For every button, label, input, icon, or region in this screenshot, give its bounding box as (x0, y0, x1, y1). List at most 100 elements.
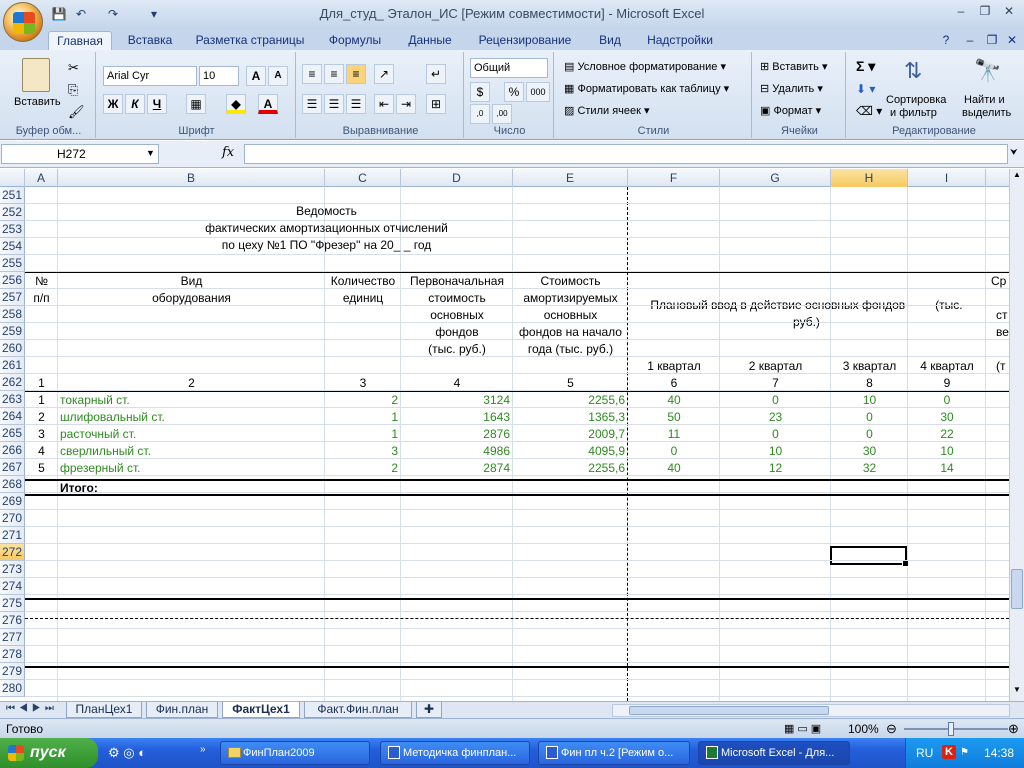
cell-name-row-4[interactable]: сверлильный ст. (60, 443, 323, 460)
sheet-nav-icons[interactable]: ⏮◀▶⏭ (6, 703, 58, 714)
minimize-button[interactable]: – (950, 4, 972, 20)
cell-q2-row-2[interactable]: 23 (720, 409, 831, 426)
office-button[interactable] (3, 2, 43, 42)
row-header-253[interactable]: 253 (0, 221, 25, 238)
increase-indent-icon[interactable]: ⇥ (396, 94, 416, 114)
row-header-271[interactable]: 271 (0, 527, 25, 544)
tab-data[interactable]: Данные (400, 31, 460, 50)
orientation-icon[interactable]: ↗ (374, 64, 394, 84)
ribbon-close-icon[interactable]: ✕ (1004, 31, 1020, 50)
expand-formula-bar-icon[interactable]: ⮟ (1010, 147, 1018, 158)
fill-icon[interactable]: ⬇ ▾ (856, 82, 875, 96)
percent-button[interactable]: % (504, 82, 524, 102)
find-icon[interactable]: 🔭 (974, 58, 1001, 84)
cell-n-row-4[interactable]: 4 (25, 443, 58, 460)
row-header-252[interactable]: 252 (0, 204, 25, 221)
align-middle-icon[interactable]: ≡ (324, 64, 344, 84)
cell-qty-row-2[interactable]: 1 (325, 409, 398, 426)
cell-cost-row-3[interactable]: 2009,7 (513, 426, 625, 443)
cell-qty-row-1[interactable]: 2 (325, 392, 398, 409)
row-header-273[interactable]: 273 (0, 561, 25, 578)
cell-cost-row-2[interactable]: 1365,3 (513, 409, 625, 426)
column-header-a[interactable]: A (25, 169, 58, 187)
sort-filter-button[interactable]: Сортировка (886, 94, 946, 106)
row-header-275[interactable]: 275 (0, 595, 25, 612)
view-buttons-icon[interactable]: ▦▭▣ (784, 722, 844, 736)
format-painter-icon[interactable]: 🖌 (68, 104, 85, 120)
language-indicator[interactable]: RU (916, 738, 933, 768)
tab-addins[interactable]: Надстройки (640, 31, 720, 50)
cell-n-row-2[interactable]: 2 (25, 409, 58, 426)
name-box-dropdown-icon[interactable]: ▼ (146, 148, 155, 158)
shrink-font-icon[interactable]: A (268, 66, 288, 86)
row-header-255[interactable]: 255 (0, 255, 25, 272)
tab-review[interactable]: Рецензирование (470, 31, 580, 50)
row-header-272[interactable]: 272 (0, 544, 25, 561)
align-bottom-icon[interactable]: ≡ (346, 64, 366, 84)
insert-sheet-icon[interactable]: ✚ (416, 702, 442, 718)
cell-n-row-5[interactable]: 5 (25, 460, 58, 477)
cell-styles-button[interactable]: ▨ Стили ячеек ▾ (564, 104, 650, 117)
wrap-text-icon[interactable]: ↵ (426, 64, 446, 84)
autosum-icon[interactable]: Σ ▾ (856, 58, 875, 75)
cell-cost-row-5[interactable]: 2255,6 (513, 460, 625, 477)
row-header-254[interactable]: 254 (0, 238, 25, 255)
cell-qty-row-5[interactable]: 2 (325, 460, 398, 477)
help-icon[interactable]: ? (938, 31, 954, 50)
tab-home[interactable]: Главная (48, 31, 112, 50)
zoom-slider[interactable] (904, 728, 1008, 730)
task-finplan[interactable]: ФинПлан2009 (220, 741, 370, 765)
cell-q3-row-4[interactable]: 30 (831, 443, 908, 460)
task-finpl[interactable]: Фин пл ч.2 [Режим о... (538, 741, 690, 765)
format-as-table-button[interactable]: ▦ Форматировать как таблицу ▾ (564, 82, 729, 95)
sheet-tab-fakt[interactable]: ФактЦех1 (222, 702, 300, 718)
cell-q3-row-2[interactable]: 0 (831, 409, 908, 426)
row-header-267[interactable]: 267 (0, 459, 25, 476)
grow-font-icon[interactable]: A (246, 66, 266, 86)
sheet-tab-faktfin[interactable]: Факт.Фин.план (304, 702, 412, 718)
sheet-title-3[interactable]: по цеху №1 ПО "Фрезер" на 20_ _ год (25, 237, 628, 254)
horizontal-scroll-thumb[interactable] (629, 706, 829, 715)
bold-button[interactable]: Ж (103, 94, 123, 114)
cell-q4-row-5[interactable]: 14 (908, 460, 986, 477)
cell-q4-row-3[interactable]: 22 (908, 426, 986, 443)
name-box[interactable]: H272 (1, 144, 159, 164)
cell-q3-row-3[interactable]: 0 (831, 426, 908, 443)
cell-q4-row-4[interactable]: 10 (908, 443, 986, 460)
row-header-270[interactable]: 270 (0, 510, 25, 527)
cell-qty-row-4[interactable]: 3 (325, 443, 398, 460)
selected-cell-h272[interactable] (830, 546, 909, 567)
vertical-scroll-thumb[interactable] (1011, 569, 1023, 609)
cell-name-row-1[interactable]: токарный ст. (60, 392, 323, 409)
close-button[interactable]: ✕ (998, 4, 1020, 20)
sheet-title-2[interactable]: фактических амортизационных отчислений (25, 220, 628, 237)
tab-formulas[interactable]: Формулы (322, 31, 388, 50)
ribbon-min-icon[interactable]: – (962, 31, 978, 50)
tab-view[interactable]: Вид (590, 31, 630, 50)
clear-icon[interactable]: ⌫ ▾ (856, 104, 882, 118)
cell-name-row-3[interactable]: расточный ст. (60, 426, 323, 443)
align-top-icon[interactable]: ≡ (302, 64, 322, 84)
cell-q2-row-3[interactable]: 0 (720, 426, 831, 443)
paste-button[interactable]: Вставить (14, 96, 61, 108)
row-header-278[interactable]: 278 (0, 646, 25, 663)
row-header-266[interactable]: 266 (0, 442, 25, 459)
sheet-tab-finplan[interactable]: Фин.план (146, 702, 218, 718)
row-header-260[interactable]: 260 (0, 340, 25, 357)
decrease-decimal-icon[interactable]: ,00 (492, 104, 512, 124)
align-right-icon[interactable]: ☰ (346, 94, 366, 114)
italic-button[interactable]: К (125, 94, 145, 114)
quicklaunch-icons[interactable]: ⚙ ◎ ◐ (108, 745, 146, 761)
tab-insert[interactable]: Вставка (120, 31, 180, 50)
column-header-b[interactable]: B (58, 169, 325, 187)
scroll-down-icon[interactable]: ▼ (1011, 685, 1023, 699)
column-header-c[interactable]: C (325, 169, 401, 187)
cell-init-row-4[interactable]: 4986 (401, 443, 510, 460)
copy-icon[interactable]: ⎘ (68, 82, 78, 98)
sheet-tab-plan[interactable]: ПланЦех1 (66, 702, 142, 718)
zoom-in-icon[interactable]: ⊕ (1008, 721, 1019, 737)
task-excel[interactable]: Microsoft Excel - Для... (698, 741, 850, 765)
quicklaunch-more-icon[interactable]: » (200, 744, 206, 755)
zoom-level[interactable]: 100% (848, 722, 879, 736)
total-label[interactable]: Итого: (60, 480, 98, 497)
